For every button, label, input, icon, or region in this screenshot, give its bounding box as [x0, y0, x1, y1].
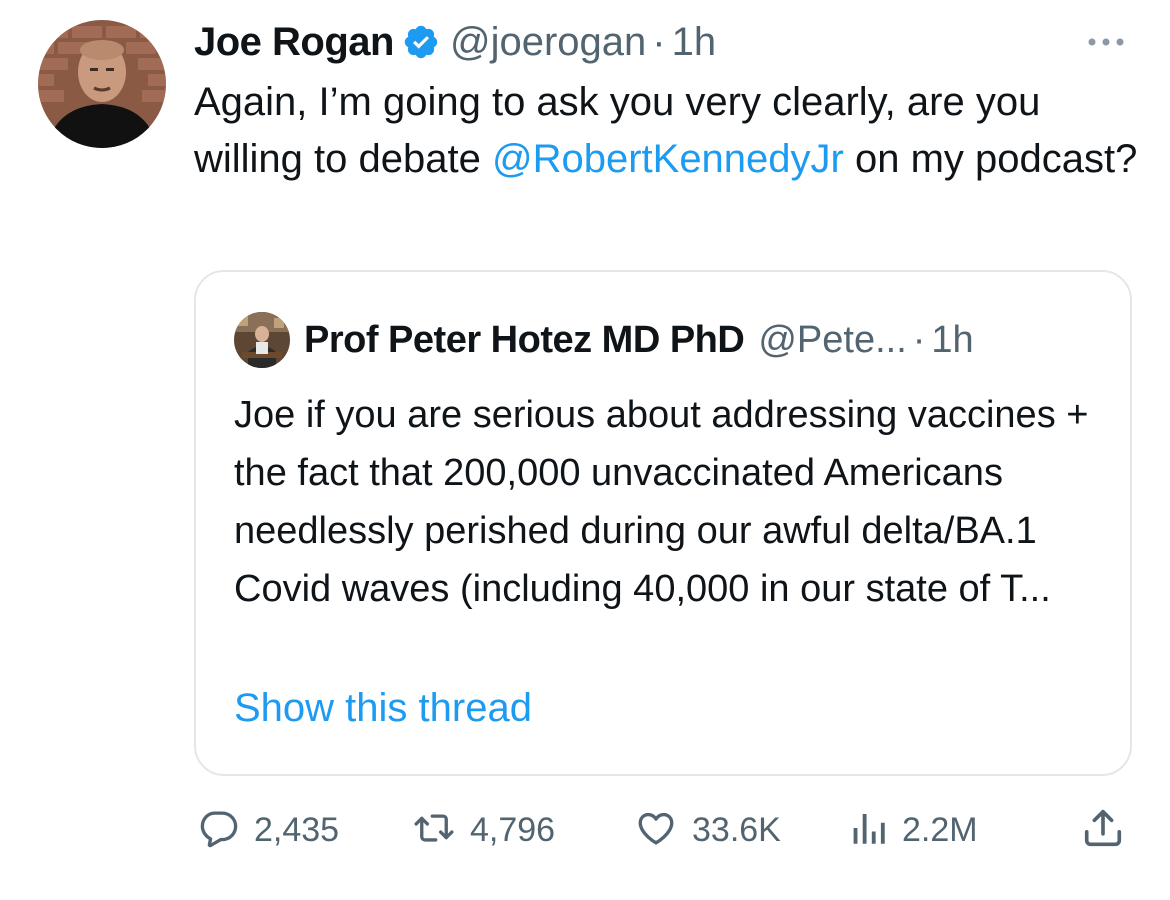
tweet-header: Joe Rogan @joerogan · 1h: [194, 14, 1130, 70]
mention-link[interactable]: @RobertKennedyJr: [492, 137, 844, 181]
retweet-count: 4,796: [470, 810, 556, 849]
like-button[interactable]: 33.6K: [632, 802, 781, 858]
action-bar: 2,435 4,796 33.6K 2.2M: [192, 802, 1140, 858]
tweet-text-end: on my podcast?: [843, 137, 1138, 181]
views-count: 2.2M: [902, 810, 978, 849]
quoted-tweet-time[interactable]: 1h: [931, 319, 973, 362]
quoted-tweet[interactable]: Prof Peter Hotez MD PhD @Pete... · 1h Jo…: [194, 270, 1132, 776]
retweet-icon: [410, 807, 458, 854]
tweet-time[interactable]: 1h: [672, 20, 717, 65]
quoted-author-handle[interactable]: @Pete...: [758, 319, 906, 362]
share-button[interactable]: [1080, 802, 1126, 858]
author-handle[interactable]: @joerogan: [450, 20, 646, 65]
tweet: Joe Rogan @joerogan · 1h Again, I’m goin…: [0, 0, 1170, 900]
quoted-tweet-text: Joe if you are serious about addressing …: [234, 394, 1089, 610]
reply-button[interactable]: 2,435: [196, 802, 339, 858]
views-chart-icon: [848, 807, 890, 854]
retweet-button[interactable]: 4,796: [410, 802, 555, 858]
quoted-author-avatar[interactable]: [234, 312, 290, 368]
show-thread-link[interactable]: Show this thread: [234, 686, 532, 731]
separator-dot: ·: [652, 19, 666, 64]
quoted-author-name[interactable]: Prof Peter Hotez MD PhD: [304, 319, 745, 362]
share-icon: [1080, 805, 1126, 856]
quoted-tweet-header: Prof Peter Hotez MD PhD @Pete... · 1h: [234, 312, 1090, 368]
author-avatar[interactable]: [38, 20, 166, 148]
verified-badge-icon[interactable]: [402, 23, 440, 61]
separator-dot: ·: [912, 318, 926, 361]
heart-icon: [632, 807, 680, 854]
author-name[interactable]: Joe Rogan: [194, 20, 394, 65]
reply-count: 2,435: [254, 810, 340, 849]
reply-icon: [196, 807, 242, 854]
tweet-text: Again, I’m going to ask you very clearly…: [194, 74, 1144, 188]
more-dots-icon[interactable]: [1082, 20, 1130, 64]
like-count: 33.6K: [692, 810, 781, 849]
views-button[interactable]: 2.2M: [848, 802, 978, 858]
